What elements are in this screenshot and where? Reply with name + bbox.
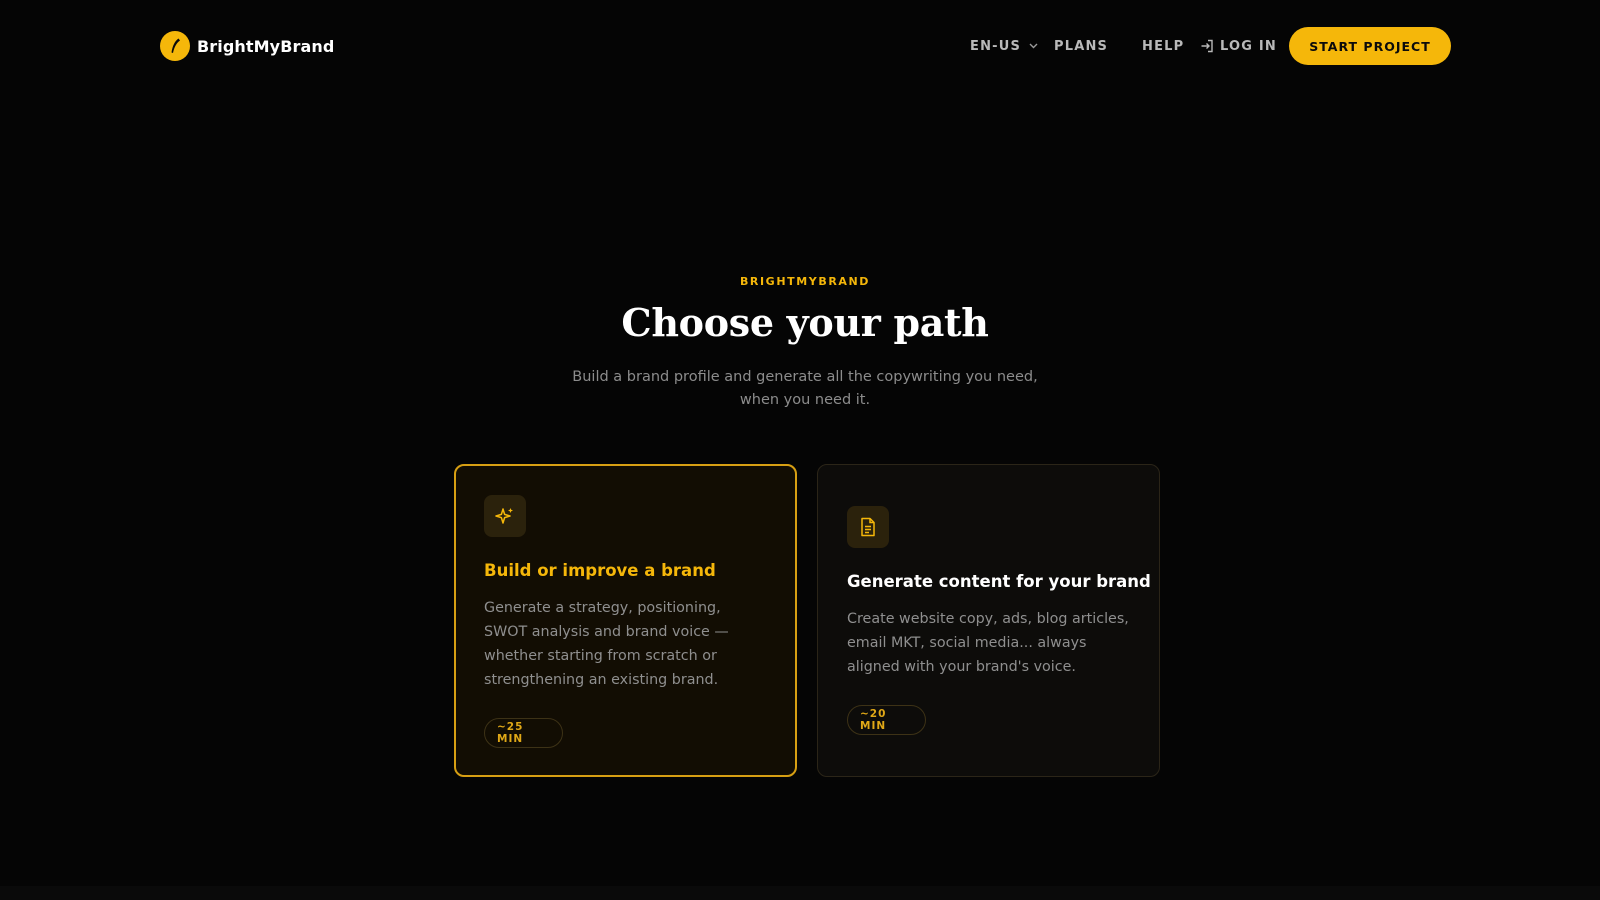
footer-band — [0, 886, 1600, 900]
language-label: EN-US — [970, 38, 1022, 54]
feather-pen-icon — [160, 31, 190, 61]
card-title: Generate content for your brand — [847, 572, 1151, 591]
card-description: Generate a strategy, positioning, SWOT a… — [484, 600, 729, 688]
nav-plans-link[interactable]: PLANS — [1054, 39, 1108, 54]
brand-logo[interactable]: BrightMyBrand — [160, 30, 334, 62]
card-title: Build or improve a brand — [484, 561, 716, 580]
duration-badge: ~25 MIN — [484, 718, 563, 748]
duration-badge: ~20 MIN — [847, 705, 926, 735]
start-project-button[interactable]: START PROJECT — [1289, 27, 1451, 65]
document-icon — [847, 506, 889, 548]
card-description: Create website copy, ads, blog articles,… — [847, 611, 1129, 675]
site-header: BrightMyBrand EN-US PLANS HELP LOG IN ST… — [0, 0, 1600, 92]
generate-content-card[interactable]: Generate content for your brand Create w… — [817, 464, 1160, 777]
build-brand-card[interactable]: Build or improve a brand Generate a stra… — [454, 464, 797, 777]
nav-help-link[interactable]: HELP — [1142, 39, 1184, 54]
login-label: LOG IN — [1220, 38, 1277, 54]
brand-name: BrightMyBrand — [197, 36, 335, 56]
eyebrow-label: BRIGHTMYBRAND — [739, 275, 871, 288]
page-title: Choose your path — [621, 300, 989, 345]
page-subtitle: Build a brand profile and generate all t… — [572, 369, 1038, 408]
page: BrightMyBrand EN-US PLANS HELP LOG IN ST… — [0, 0, 1600, 900]
sparkles-icon — [484, 495, 526, 537]
chevron-down-icon — [1029, 43, 1038, 49]
language-selector[interactable]: EN-US — [970, 39, 1038, 54]
login-link[interactable]: LOG IN — [1200, 39, 1277, 54]
login-icon — [1200, 39, 1214, 53]
